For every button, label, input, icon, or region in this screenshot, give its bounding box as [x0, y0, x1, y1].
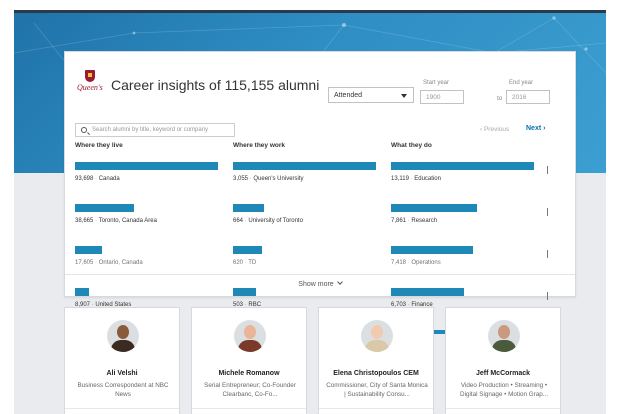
insight-label: 664 · University of Toronto [233, 218, 303, 224]
school-crest-icon [85, 70, 95, 82]
alumni-card[interactable]: Jeff McCormack Video Production • Streami… [445, 307, 561, 414]
alumni-headline: Business Correspondent at NBC News [77, 382, 169, 398]
start-year-label: Start year [423, 80, 450, 86]
insight-count: 13,119 [391, 176, 409, 182]
scroll-edge [547, 208, 548, 216]
avatar-head [244, 325, 256, 339]
school-logo: Queen's [77, 70, 103, 96]
insight-bar [391, 288, 464, 296]
insight-name: Education [414, 176, 441, 182]
insight-label: 7,861 · Research [391, 218, 437, 224]
end-year-label: End year [509, 80, 534, 86]
avatar-body [492, 340, 516, 352]
avatar-head [371, 325, 383, 339]
avatar-body [238, 340, 262, 352]
chevron-down-icon [336, 279, 343, 285]
alumni-name[interactable]: Elena Christopoulos CEM [319, 370, 433, 377]
avatar-head [498, 325, 510, 339]
insight-name: University of Toronto [248, 218, 303, 224]
end-year-input[interactable]: 2016 [506, 90, 550, 104]
insight-bar [233, 288, 256, 296]
page-title: Career insights of 115,155 alumni [111, 77, 320, 93]
avatar[interactable] [488, 320, 520, 352]
alumni-headline: Commissioner, City of Santa Monica | Sus… [326, 382, 428, 398]
year-range-separator: to [497, 95, 503, 102]
insight-bar [391, 246, 473, 254]
divider [65, 274, 575, 275]
school-logo-text: Queen's [77, 83, 103, 92]
insight-row[interactable]: 3,055 · Queen's University [233, 162, 383, 204]
avatar[interactable] [361, 320, 393, 352]
next-button[interactable]: Next › [526, 125, 545, 132]
insight-bar [233, 162, 376, 170]
list-fade [65, 256, 575, 276]
insight-bar [75, 162, 218, 170]
column-heading: Where they work [233, 142, 286, 149]
avatar[interactable] [107, 320, 139, 352]
insight-count: 7,861 [391, 218, 407, 224]
avatar[interactable] [234, 320, 266, 352]
insight-row[interactable]: 7,861 · Research [391, 204, 541, 246]
alumni-name[interactable]: Ali Velshi [65, 370, 179, 377]
alumni-name[interactable]: Jeff McCormack [446, 370, 560, 377]
divider [192, 408, 306, 409]
avatar-body [111, 340, 135, 352]
divider [65, 408, 179, 409]
page-frame: Queen's Career insights of 115,155 alumn… [14, 10, 606, 414]
column-heading: Where they live [75, 142, 123, 149]
alumni-card[interactable]: Michele Romanow Serial Entrepreneur; Co-F… [191, 307, 307, 414]
insight-label: 93,698 · Canada [75, 176, 120, 182]
insight-bar [233, 204, 264, 212]
show-more-label: Show more [298, 281, 334, 288]
column-heading: What they do [391, 142, 432, 149]
career-insights-card: Queen's Career insights of 115,155 alumn… [64, 51, 576, 334]
insight-label: 13,119 · Education [391, 176, 441, 182]
show-more-button[interactable]: Show more [65, 279, 575, 288]
insight-column: Where they live 93,698 · Canada 38,665 · T… [75, 142, 225, 334]
insight-row[interactable]: 13,119 · Education [391, 162, 541, 204]
attended-select-value: Attended [334, 92, 363, 99]
insight-row[interactable]: 38,665 · Toronto, Canada Area [75, 204, 225, 246]
search-input[interactable]: Search alumni by title, keyword or compa… [75, 123, 235, 137]
alumni-headline: Video Production • Streaming • Digital S… [460, 382, 548, 398]
insight-count: 664 [233, 218, 244, 224]
alumni-headline: Serial Entrepreneur; Co-Founder Clearban… [204, 382, 296, 398]
chevron-down-icon [401, 94, 407, 98]
alumni-name[interactable]: Michele Romanow [192, 370, 306, 377]
previous-button[interactable]: ‹ Previous [480, 126, 509, 133]
search-icon [81, 127, 87, 133]
insight-name: Toronto, Canada Area [98, 218, 157, 224]
insight-count: 93,698 [75, 176, 94, 182]
insight-name: Queen's University [253, 176, 304, 182]
alumni-card[interactable]: Ali Velshi Business Correspondent at NBC … [64, 307, 180, 414]
divider [446, 408, 560, 409]
avatar-head [117, 325, 129, 339]
insight-column: Where they work 3,055 · Queen's Universit… [233, 142, 383, 334]
insight-bar [75, 246, 102, 254]
divider [319, 408, 433, 409]
insight-count: 38,665 [75, 218, 94, 224]
insight-label: 3,055 · Queen's University [233, 176, 304, 182]
insight-column: What they do 13,119 · Education 7,861 · Re… [391, 142, 548, 334]
scroll-edge [547, 166, 548, 174]
search-placeholder: Search alumni by title, keyword or compa… [92, 127, 209, 133]
attended-select[interactable]: Attended [328, 87, 414, 103]
avatar-body [365, 340, 389, 352]
insight-row[interactable]: 664 · University of Toronto [233, 204, 383, 246]
insight-row[interactable]: 93,698 · Canada [75, 162, 225, 204]
scroll-edge [547, 292, 548, 300]
insight-name: Research [411, 218, 438, 224]
insight-name: Canada [98, 176, 120, 182]
insight-bar [233, 246, 262, 254]
insight-bar [391, 162, 534, 170]
alumni-card[interactable]: Elena Christopoulos CEM Commissioner, Cit… [318, 307, 434, 414]
insight-bar [75, 288, 89, 296]
insight-bar [391, 204, 477, 212]
insight-bar [75, 204, 134, 212]
insight-count: 3,055 [233, 176, 249, 182]
start-year-input[interactable]: 1900 [420, 90, 464, 104]
insight-label: 38,665 · Toronto, Canada Area [75, 218, 157, 224]
